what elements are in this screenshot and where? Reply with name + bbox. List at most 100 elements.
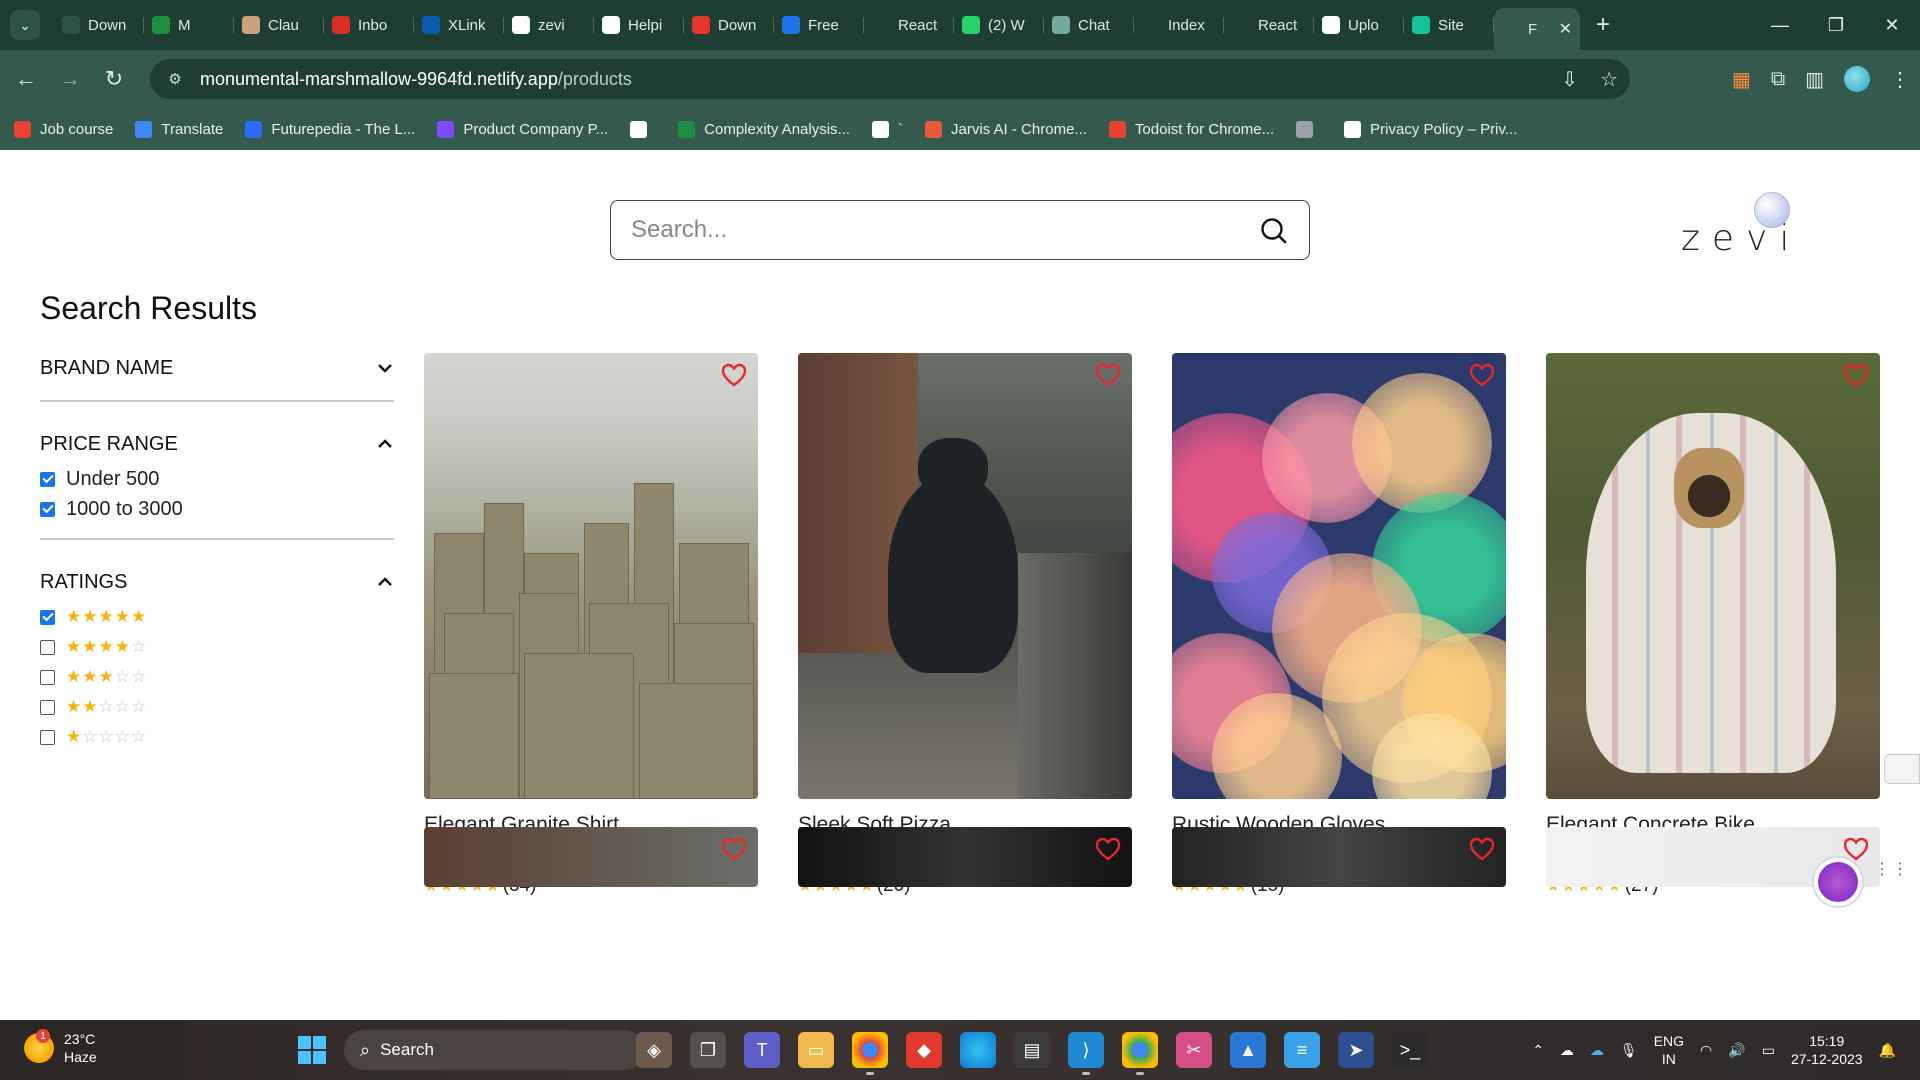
product-card[interactable] [424,827,758,887]
menu-kebab-icon[interactable]: ⋮ [1890,67,1910,92]
product-image[interactable] [1172,827,1506,887]
rating-option[interactable]: ★★★★☆ [40,632,394,662]
browser-tab[interactable]: Down [684,8,774,42]
bookmark-item[interactable]: Todoist for Chrome... [1108,120,1274,138]
bookmark-star-icon[interactable]: ☆ [1600,67,1618,92]
product-image[interactable] [798,353,1132,799]
chevron-up-icon[interactable] [376,435,394,453]
browser-tab[interactable]: zevi [504,8,594,42]
app-diamond-icon[interactable]: ◆ [906,1032,942,1068]
forward-icon[interactable]: → [52,61,88,97]
heart-icon[interactable] [1842,361,1870,389]
rating-option[interactable]: ★★☆☆☆ [40,692,394,722]
heart-icon[interactable] [720,361,748,389]
extension-grid-icon[interactable]: ▦ [1732,67,1751,92]
browser-tab[interactable]: XLink [414,8,504,42]
product-image[interactable] [798,827,1132,887]
notepad-icon[interactable]: ≡ [1284,1032,1320,1068]
search-icon[interactable] [1259,216,1289,246]
bookmark-item[interactable]: Jarvis AI - Chrome... [925,120,1087,138]
vpn-icon[interactable]: ☁ [1560,1042,1574,1059]
browser-tab[interactable]: Chat [1044,8,1134,42]
heart-icon[interactable] [1094,835,1122,863]
price-option[interactable]: 1000 to 3000 [40,494,394,524]
assistant-launcher-button[interactable] [1812,856,1864,908]
tab-search-button[interactable]: ⌄ [10,10,40,40]
snipping-tool-icon[interactable]: ✂ [1176,1032,1212,1068]
browser-tab[interactable]: React [1224,8,1314,42]
chevron-up-icon[interactable] [376,573,394,591]
clock[interactable]: 15:19 27-12-2023 [1791,1032,1863,1068]
product-image[interactable] [1546,353,1880,799]
product-image[interactable] [1172,353,1506,799]
microphone-icon[interactable]: 🎙 [1620,1042,1638,1059]
bookmark-item[interactable]: Product Company P... [437,120,608,138]
arrow-app-icon[interactable]: ➤ [1338,1032,1374,1068]
product-card[interactable] [1172,827,1506,887]
notification-bell-icon[interactable]: 🔔 [1879,1042,1896,1059]
url-text[interactable]: monumental-marshmallow-9964fd.netlify.ap… [200,69,632,90]
browser-tab[interactable]: M [144,8,234,42]
chevron-down-icon[interactable] [376,359,394,377]
rating-option[interactable]: ★★★★★ [40,602,394,632]
product-image[interactable] [424,353,758,799]
checkbox[interactable] [40,639,55,655]
side-panel-icon[interactable]: ▥ [1805,67,1824,92]
install-app-icon[interactable]: ⇩ [1561,67,1578,92]
site-info-icon[interactable]: ⚙ [164,68,186,90]
browser-tab[interactable]: Clau [234,8,324,42]
bookmark-item[interactable]: ` [872,120,903,138]
browser-tab[interactable]: F ✕ [1494,8,1580,50]
product-image[interactable] [424,827,758,887]
bookmark-item[interactable]: Job course [14,120,113,138]
bookmark-item[interactable]: Complexity Analysis... [678,120,850,138]
taskbar-search[interactable]: ⌕ Search [344,1030,644,1070]
drag-handle-icon[interactable]: ⋮⋮ [1874,862,1910,878]
search-input[interactable] [631,216,1231,244]
battery-icon[interactable]: ▭ [1762,1042,1775,1059]
extensions-puzzle-icon[interactable]: ⧉ [1771,68,1785,91]
browser-tab[interactable]: Inbo [324,8,414,42]
filter-brand-header[interactable]: BRAND NAME [40,350,394,386]
price-option[interactable]: Under 500 [40,464,394,494]
wifi-icon[interactable]: ◠ [1700,1042,1712,1059]
minimize-icon[interactable]: — [1752,0,1808,50]
bookmark-item[interactable]: Privacy Policy – Priv... [1344,120,1517,138]
checkbox[interactable] [40,609,55,625]
bookmark-item[interactable] [1296,120,1322,138]
widgets-app-icon[interactable]: ◈ [636,1032,672,1068]
back-icon[interactable]: ← [8,61,44,97]
browser-tab[interactable]: Down [54,8,144,42]
file-explorer-icon[interactable]: ▭ [798,1032,834,1068]
language-indicator[interactable]: ENG IN [1654,1032,1684,1068]
checkbox[interactable] [40,471,55,487]
product-card[interactable] [798,827,1132,887]
chevron-up-icon[interactable]: ⌃ [1532,1042,1544,1059]
store-icon[interactable]: ▤ [1014,1032,1050,1068]
checkbox[interactable] [40,501,55,517]
chrome-icon[interactable] [1122,1032,1158,1075]
zevi-logo[interactable]: zevi [1678,192,1798,262]
reload-icon[interactable]: ↻ [96,61,132,97]
browser-tab[interactable]: Index [1134,8,1224,42]
checkbox[interactable] [40,669,55,685]
bookmark-item[interactable] [630,120,656,138]
close-window-icon[interactable]: ✕ [1864,0,1920,50]
product-card[interactable]: Elegant Concrete BikeRs. 4864Rs. 2812★★★… [1546,353,1880,897]
teams-icon[interactable]: T [744,1032,780,1068]
terminal-icon[interactable]: >_ [1392,1032,1428,1068]
browser-tab[interactable]: Uplo [1314,8,1404,42]
browser-tab[interactable]: Helpi [594,8,684,42]
product-card[interactable]: Elegant Granite ShirtRs. 3552Rs. 434★★★★… [424,353,758,897]
bookmark-item[interactable]: Translate [135,120,223,138]
heart-icon[interactable] [1094,361,1122,389]
product-card[interactable]: Rustic Wooden GlovesRs. 3883Rs. 1918★★★★… [1172,353,1506,897]
filter-ratings-header[interactable]: RATINGS [40,564,394,600]
new-tab-button[interactable]: + [1596,11,1610,39]
filter-price-header[interactable]: PRICE RANGE [40,426,394,462]
address-bar[interactable]: ⚙ monumental-marshmallow-9964fd.netlify.… [150,59,1630,99]
vscode-icon[interactable]: ⟩ [1068,1032,1104,1075]
heart-icon[interactable] [1468,835,1496,863]
edge-icon[interactable] [960,1032,996,1068]
bookmark-item[interactable]: Futurepedia - The L... [245,120,415,138]
